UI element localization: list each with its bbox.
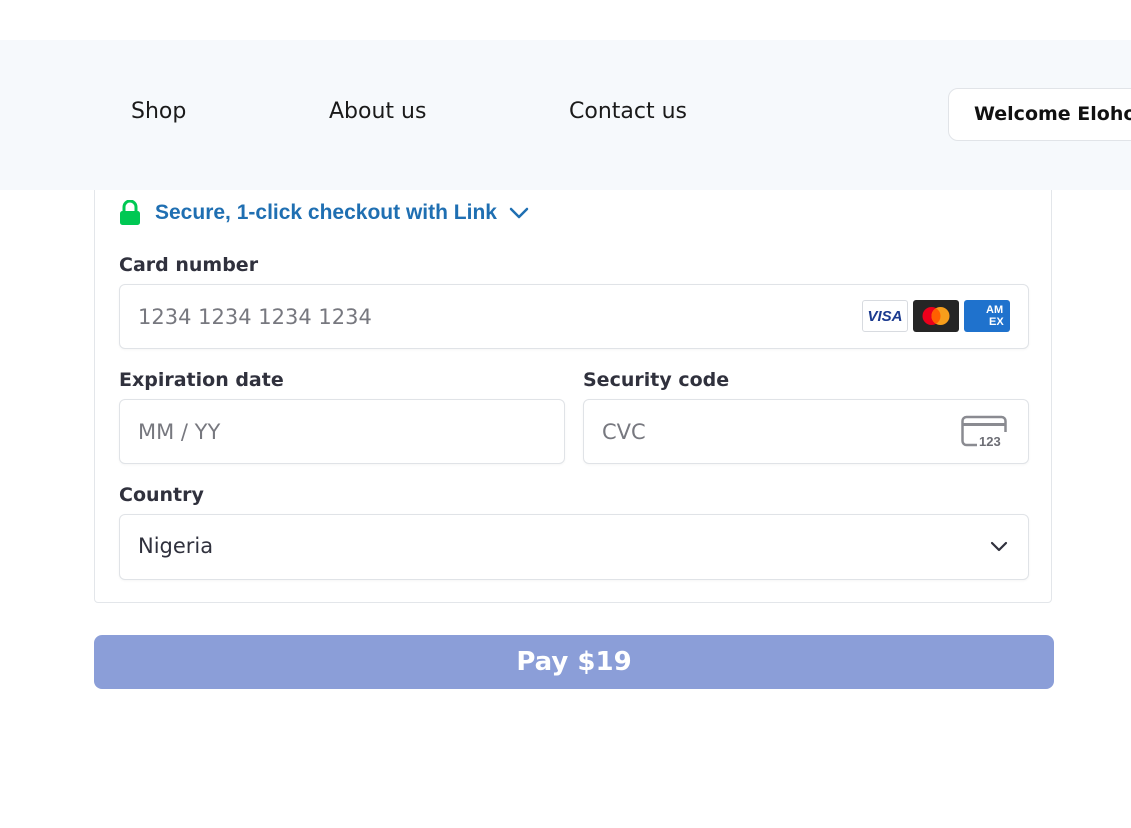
nav-shop[interactable]: Shop: [131, 101, 186, 123]
cvc-icon-text: 123: [979, 434, 1001, 449]
security-code-label: Security code: [583, 369, 730, 391]
expiration-date-input[interactable]: [138, 400, 538, 463]
pay-button[interactable]: Pay $19: [94, 635, 1054, 689]
security-code-field[interactable]: 123: [583, 399, 1029, 464]
lock-icon: [120, 200, 140, 225]
checkout-page: Secure, 1-click checkout with Link Card …: [0, 0, 1131, 828]
card-brand-logos: VISA AM EX: [862, 300, 1010, 332]
cvc-card-icon: 123: [961, 415, 1009, 449]
expiration-date-label: Expiration date: [119, 369, 284, 391]
mastercard-icon: [922, 307, 950, 325]
amex-icon: AM EX: [986, 304, 1004, 328]
visa-logo: VISA: [862, 300, 908, 332]
country-select[interactable]: Nigeria: [119, 514, 1029, 580]
expiration-date-field[interactable]: [119, 399, 565, 464]
svg-text:AM: AM: [986, 304, 1003, 316]
security-code-input[interactable]: [602, 400, 932, 463]
amex-logo: AM EX: [964, 300, 1010, 332]
card-number-field[interactable]: VISA AM EX: [119, 284, 1029, 349]
chevron-down-icon: [990, 541, 1008, 552]
nav-contact-us[interactable]: Contact us: [569, 101, 687, 123]
svg-text:EX: EX: [989, 316, 1004, 328]
card-number-input[interactable]: [138, 285, 838, 348]
link-checkout-text: Secure, 1-click checkout with Link: [155, 201, 497, 224]
welcome-user-button[interactable]: Welcome Eloho: [948, 88, 1131, 141]
card-number-label: Card number: [119, 254, 259, 276]
nav-about-us[interactable]: About us: [329, 101, 426, 123]
link-checkout-toggle[interactable]: Secure, 1-click checkout with Link: [119, 196, 529, 230]
mastercard-logo: [913, 300, 959, 332]
country-label: Country: [119, 484, 204, 506]
main-nav: Shop About us Contact us Welcome Eloho: [0, 0, 1131, 190]
chevron-down-icon: [509, 207, 529, 219]
country-value: Nigeria: [138, 534, 214, 558]
